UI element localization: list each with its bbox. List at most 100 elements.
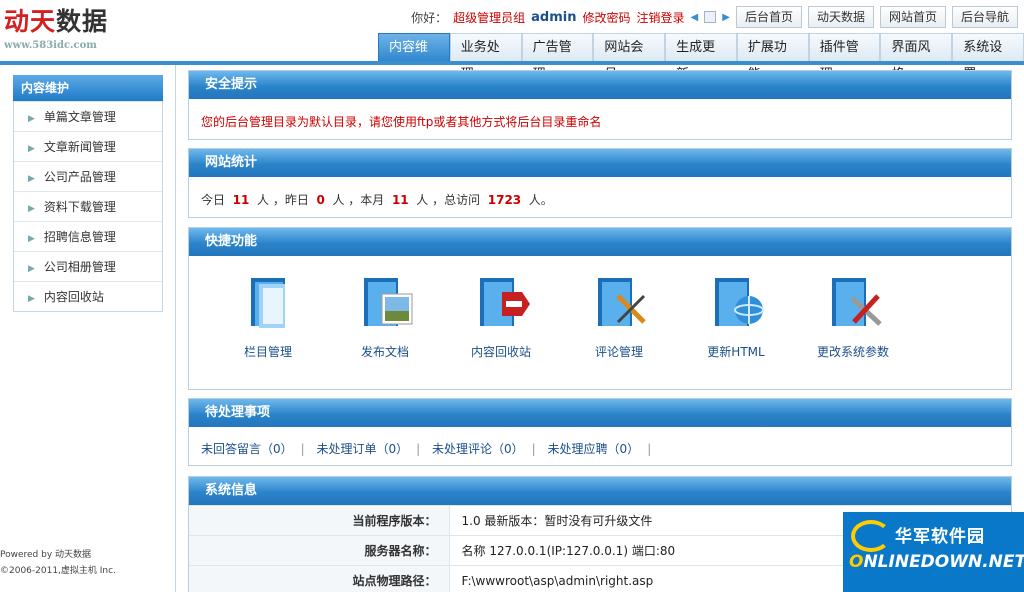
update-html-icon xyxy=(715,278,764,326)
dongtian-data-button[interactable]: 动天数据 xyxy=(807,6,874,28)
watermark: 华军软件园 ONLINEDOWN.NET xyxy=(843,512,1024,592)
tab-content[interactable]: 内容维护 xyxy=(378,33,450,82)
arrow-left-icon[interactable]: ◀ xyxy=(691,12,699,23)
admin-nav-button[interactable]: 后台导航 xyxy=(951,6,1018,28)
sidebar-item-label: 公司相册管理 xyxy=(43,260,116,274)
panel-title: 网站统计 xyxy=(189,149,1011,177)
sidebar-item-label: 文章新闻管理 xyxy=(43,140,116,154)
quick-publish-doc[interactable]: 发布文档 xyxy=(335,272,435,360)
tab-extensions[interactable]: 扩展功能 xyxy=(736,33,809,82)
tab-generate[interactable]: 生成更新 xyxy=(665,33,737,82)
todo-panel: 待处理事项 未回答留言（0） | 未处理订单（0） | 未处理评论（0） | 未处理应… xyxy=(188,398,1012,466)
column-folder-icon xyxy=(251,278,285,328)
quick-column-manage[interactable]: 栏目管理 xyxy=(218,272,318,360)
publish-document-icon xyxy=(364,278,413,326)
quick-recycle-bin[interactable]: 内容回收站 xyxy=(451,272,551,360)
quick-comment-manage[interactable]: 评论管理 xyxy=(569,272,669,360)
watermark-cn: 华军软件园 xyxy=(895,527,985,547)
quick-system-params[interactable]: 更改系统参数 xyxy=(803,272,903,360)
security-message: 您的后台管理目录为默认目录，请您使用ftp或者其他方式将后台目录重命名 xyxy=(201,115,602,129)
stats-total-value: 1723 xyxy=(487,193,522,207)
user-role: 超级管理员组 xyxy=(453,10,526,25)
comment-edit-icon xyxy=(598,278,646,326)
tab-business[interactable]: 业务处理 xyxy=(449,33,522,82)
sidebar-item-products[interactable]: ▶ 公司产品管理 xyxy=(14,161,162,191)
watermark-en: ONLINEDOWN.NET xyxy=(849,552,1024,572)
sidebar-item-downloads[interactable]: ▶ 资料下载管理 xyxy=(14,191,162,221)
menu-toggle-icon[interactable] xyxy=(704,11,717,23)
stats-today-value: 11 xyxy=(232,193,250,207)
todo-unprocessed-orders[interactable]: 未处理订单（0） xyxy=(317,442,409,456)
tab-style[interactable]: 界面风格 xyxy=(880,33,953,82)
watermark-logo-icon xyxy=(851,520,891,552)
divider: | xyxy=(300,442,305,456)
system-tools-icon xyxy=(832,278,882,326)
chevron-right-icon: ▶ xyxy=(28,204,35,214)
arrow-right-icon[interactable]: ▶ xyxy=(722,12,730,23)
chevron-right-icon: ▶ xyxy=(28,174,35,184)
logout-link[interactable]: 注销登录 xyxy=(637,9,685,26)
todo-row: 未回答留言（0） | 未处理订单（0） | 未处理评论（0） | 未处理应聘（0） | xyxy=(189,427,1011,470)
divider: | xyxy=(416,442,421,456)
stats-yesterday-value: 0 xyxy=(316,193,325,207)
sidebar-item-jobs[interactable]: ▶ 招聘信息管理 xyxy=(14,221,162,251)
chevron-right-icon: ▶ xyxy=(28,114,35,124)
tab-plugins[interactable]: 插件管理 xyxy=(808,33,881,82)
logo-url: www.583idc.com xyxy=(4,40,97,51)
copyright: ©2006-2011,虚拟主机 Inc. xyxy=(0,566,116,576)
chevron-right-icon: ▶ xyxy=(28,234,35,244)
panel-title: 系统信息 xyxy=(189,477,1011,505)
sidebar-item-single-article[interactable]: ▶ 单篇文章管理 xyxy=(14,101,162,131)
main-menu: 内容维护 业务处理 广告管理 网站会员 生成更新 扩展功能 插件管理 界面风格 … xyxy=(378,33,1024,82)
admin-home-button[interactable]: 后台首页 xyxy=(735,6,802,28)
tab-ads[interactable]: 广告管理 xyxy=(521,33,594,82)
stats-month-value: 11 xyxy=(391,193,409,207)
logo-text: 动天数据 xyxy=(4,7,109,36)
todo-unprocessed-comments[interactable]: 未处理评论（0） xyxy=(432,442,524,456)
powered-by: Powered by 动天数据 xyxy=(0,550,92,560)
todo-unanswered-messages[interactable]: 未回答留言（0） xyxy=(201,442,293,456)
greeting: 你好： xyxy=(411,10,448,25)
sysinfo-key: 站点物理路径： xyxy=(189,565,450,592)
sidebar: 内容维护 ▶ 单篇文章管理 ▶ 文章新闻管理 ▶ 公司产品管理 ▶ 资料下载管理 ▶ 招聘… xyxy=(0,65,176,592)
stats-row: 今日 11 人 ，昨日 0 人 ，本月 11 人 ，总访问 1723 人。 xyxy=(189,177,1011,222)
sidebar-title: 内容维护 xyxy=(13,75,163,101)
panel-title: 安全提示 xyxy=(189,71,1011,99)
stats-yesterday-label: 人 ，昨日 xyxy=(257,193,309,207)
username: admin xyxy=(531,9,577,25)
recycle-bin-icon xyxy=(480,278,530,326)
chevron-right-icon: ▶ xyxy=(28,294,35,304)
stats-month-label: 人 ，本月 xyxy=(332,193,385,207)
divider: | xyxy=(647,442,652,456)
todo-unprocessed-applications[interactable]: 未处理应聘（0） xyxy=(548,442,640,456)
divider: | xyxy=(531,442,536,456)
sysinfo-key: 服务器名称： xyxy=(189,535,450,566)
sidebar-item-recycle[interactable]: ▶ 内容回收站 xyxy=(14,281,162,311)
quick-update-html[interactable]: 更新HTML xyxy=(686,272,786,360)
sidebar-item-label: 资料下载管理 xyxy=(43,200,116,214)
chevron-right-icon: ▶ xyxy=(28,264,35,274)
sidebar-list: ▶ 单篇文章管理 ▶ 文章新闻管理 ▶ 公司产品管理 ▶ 资料下载管理 ▶ 招聘信息管理 … xyxy=(13,101,163,312)
stats-panel: 网站统计 今日 11 人 ，昨日 0 人 ，本月 11 人 ，总访问 1723 … xyxy=(188,148,1012,218)
header: 动天数据 www.583idc.com 你好： 超级管理员组 admin 修改密… xyxy=(0,0,1024,82)
sidebar-item-label: 公司产品管理 xyxy=(43,170,116,184)
panel-title: 待处理事项 xyxy=(189,399,1011,427)
sidebar-item-label: 单篇文章管理 xyxy=(43,110,116,124)
sidebar-footer: Powered by 动天数据 ©2006-2011,虚拟主机 Inc. xyxy=(0,547,116,579)
logo[interactable]: 动天数据 www.583idc.com xyxy=(4,2,154,60)
quick-grid: 栏目管理 发布文档 内容回收站 评论管理 更新HTML 更改系统参数 xyxy=(189,272,1011,382)
sysinfo-key: 当前程序版本： xyxy=(189,505,450,536)
tab-members[interactable]: 网站会员 xyxy=(593,33,666,82)
stats-today-label: 今日 xyxy=(201,193,226,207)
site-home-button[interactable]: 网站首页 xyxy=(879,6,946,28)
sidebar-item-news[interactable]: ▶ 文章新闻管理 xyxy=(14,131,162,161)
tab-settings[interactable]: 系统设置 xyxy=(952,33,1024,82)
security-panel: 安全提示 您的后台管理目录为默认目录，请您使用ftp或者其他方式将后台目录重命名 xyxy=(188,70,1012,140)
panel-title: 快捷功能 xyxy=(189,228,1011,256)
sidebar-item-label: 招聘信息管理 xyxy=(43,230,116,244)
stats-end: 人。 xyxy=(528,193,553,207)
sidebar-item-album[interactable]: ▶ 公司相册管理 xyxy=(14,251,162,281)
sidebar-item-label: 内容回收站 xyxy=(43,290,104,304)
change-password-link[interactable]: 修改密码 xyxy=(583,9,631,26)
topbar: 你好： 超级管理员组 admin 修改密码 注销登录 ◀ ▶ 后台首页 动天数据… xyxy=(411,6,1018,28)
